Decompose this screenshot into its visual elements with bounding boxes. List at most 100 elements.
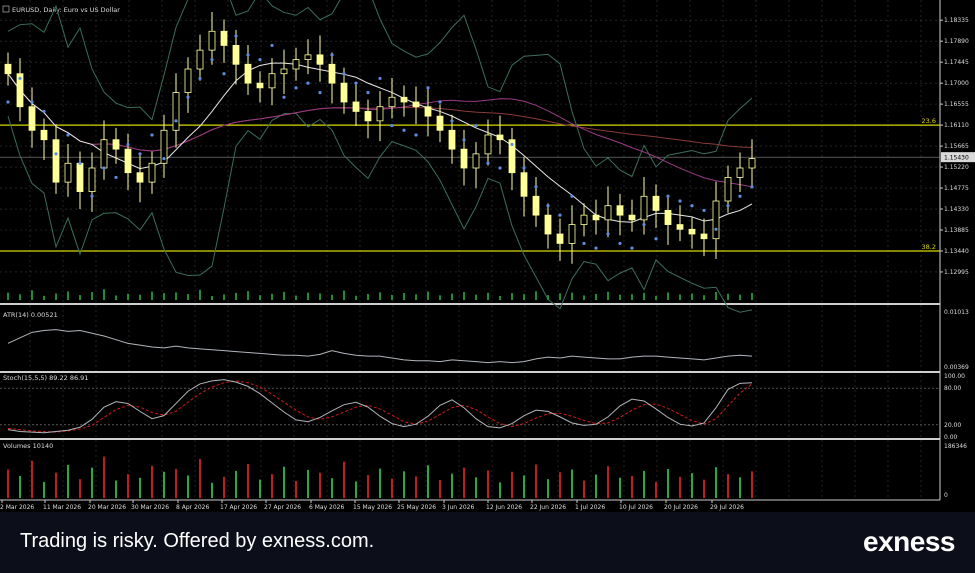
main-volume-bar: [415, 294, 417, 300]
price-tick-label: 1.15665: [944, 143, 969, 150]
main-volume-bar: [355, 295, 357, 300]
risk-disclaimer: Trading is risky. Offered by exness.com.: [20, 530, 375, 552]
candle-body: [580, 214, 588, 225]
candle-body: [4, 63, 12, 75]
main-volume-bar: [139, 294, 141, 300]
parabolic-sar-dot: [270, 43, 274, 48]
volume-bar: [667, 469, 669, 498]
candle-body: [712, 200, 720, 240]
exness-logo: exness: [863, 526, 955, 557]
volume-bar: [199, 458, 201, 498]
main-volume-bar: [463, 292, 465, 300]
parabolic-sar-dot: [126, 142, 130, 147]
main-volume-bar: [7, 292, 9, 300]
parabolic-sar-dot: [474, 123, 478, 128]
parabolic-sar-dot: [30, 100, 34, 104]
atr-panel: ATR(14) 0.00521: [3, 311, 753, 364]
price-tick-label: 1.13885: [944, 227, 969, 234]
main-volume-bar: [475, 294, 477, 300]
time-tick-label: 27 Apr 2026: [264, 504, 301, 511]
main-volume-bar: [523, 294, 525, 300]
volume-bar: [715, 467, 717, 498]
main-volume-bar: [619, 294, 621, 300]
volume-bar: [67, 464, 69, 498]
volume-bar: [643, 470, 645, 498]
parabolic-sar-dot: [162, 156, 166, 161]
volume-bar: [547, 479, 549, 498]
main-volume-bar: [163, 293, 165, 300]
parabolic-sar-dot: [78, 161, 82, 165]
candle-body: [316, 54, 324, 65]
parabolic-sar-dot: [606, 232, 610, 236]
volume-bar: [415, 476, 417, 498]
parabolic-sar-dot: [18, 76, 22, 81]
volume-bar: [295, 480, 297, 498]
candle-body: [652, 195, 660, 211]
parabolic-sar-dot: [282, 95, 286, 99]
volume-bar: [403, 471, 405, 498]
volume-bar: [271, 474, 273, 498]
stoch-label: Stoch(15,5,5) 89.22 86.91: [3, 374, 88, 382]
trading-chart: EURUSD, Daily: Euro vs US Dollar 23.6 38.2…: [0, 0, 975, 512]
volume-bar: [79, 479, 81, 498]
parabolic-sar-dot: [642, 222, 646, 227]
parabolic-sar-dot: [330, 53, 334, 57]
volume-bar: [139, 477, 141, 498]
candle-body: [700, 233, 708, 240]
main-volume-bar: [499, 295, 501, 300]
volume-bar: [55, 472, 57, 498]
parabolic-sar-dot: [174, 119, 178, 123]
main-volume-bar: [247, 291, 249, 300]
footer-bar: Trading is risky. Offered by exness.com.…: [0, 512, 975, 573]
parabolic-sar-dot: [150, 133, 154, 137]
volume-bar: [103, 456, 105, 498]
parabolic-sar-dot: [258, 57, 262, 62]
main-volume-bar: [55, 293, 57, 300]
parabolic-sar-dot: [582, 241, 586, 246]
symbol-icon: [2, 5, 10, 13]
candle-body: [556, 233, 564, 244]
volume-bar: [679, 476, 681, 498]
price-axis: 1.18335 1.17890 1.17445 1.17000 1.16555 1.161…: [940, 17, 975, 499]
candle-body: [496, 134, 504, 141]
price-tick-label: 1.16555: [944, 101, 969, 108]
volume-bar: [175, 469, 177, 498]
candle-body: [592, 214, 600, 221]
time-tick-label: 30 Mar 2026: [131, 504, 169, 511]
candle-body: [664, 210, 672, 225]
main-volume-bar: [295, 295, 297, 300]
parabolic-sar-dot: [738, 194, 742, 198]
parabolic-sar-dot: [294, 86, 298, 90]
main-volume-bar: [307, 292, 309, 300]
candle-body: [748, 158, 756, 169]
main-volume-bar: [643, 292, 645, 300]
volume-bar: [571, 469, 573, 498]
time-tick-label: 11 Mar 2026: [43, 504, 81, 511]
parabolic-sar-dot: [6, 100, 10, 104]
candle-body: [340, 82, 348, 103]
main-volume-bar: [403, 293, 405, 300]
candle-body: [472, 153, 480, 169]
price-tick-label: 1.15220: [944, 164, 969, 171]
parabolic-sar-dot: [102, 166, 106, 170]
main-volume-bar: [691, 293, 693, 300]
main-volume-bar: [199, 289, 201, 300]
parabolic-sar-dot: [498, 166, 502, 170]
candle-body: [268, 73, 276, 89]
volume-bar: [511, 471, 513, 498]
volume-bar: [307, 469, 309, 498]
volume-bar: [355, 481, 357, 498]
parabolic-sar-dot: [690, 204, 694, 208]
price-tick-label: 1.14775: [944, 185, 969, 192]
band-lower: [7, 112, 753, 313]
volume-zero-label: 0: [944, 492, 948, 499]
candle-body: [52, 139, 60, 183]
candle-body: [448, 129, 456, 150]
main-volume-bar: [487, 292, 489, 300]
candle-body: [184, 68, 192, 93]
volume-bar: [163, 471, 165, 498]
volume-bar: [91, 467, 93, 498]
stoch-tick-label: 80.00: [944, 385, 961, 392]
parabolic-sar-dot: [354, 81, 358, 85]
main-volume-bar: [223, 294, 225, 300]
